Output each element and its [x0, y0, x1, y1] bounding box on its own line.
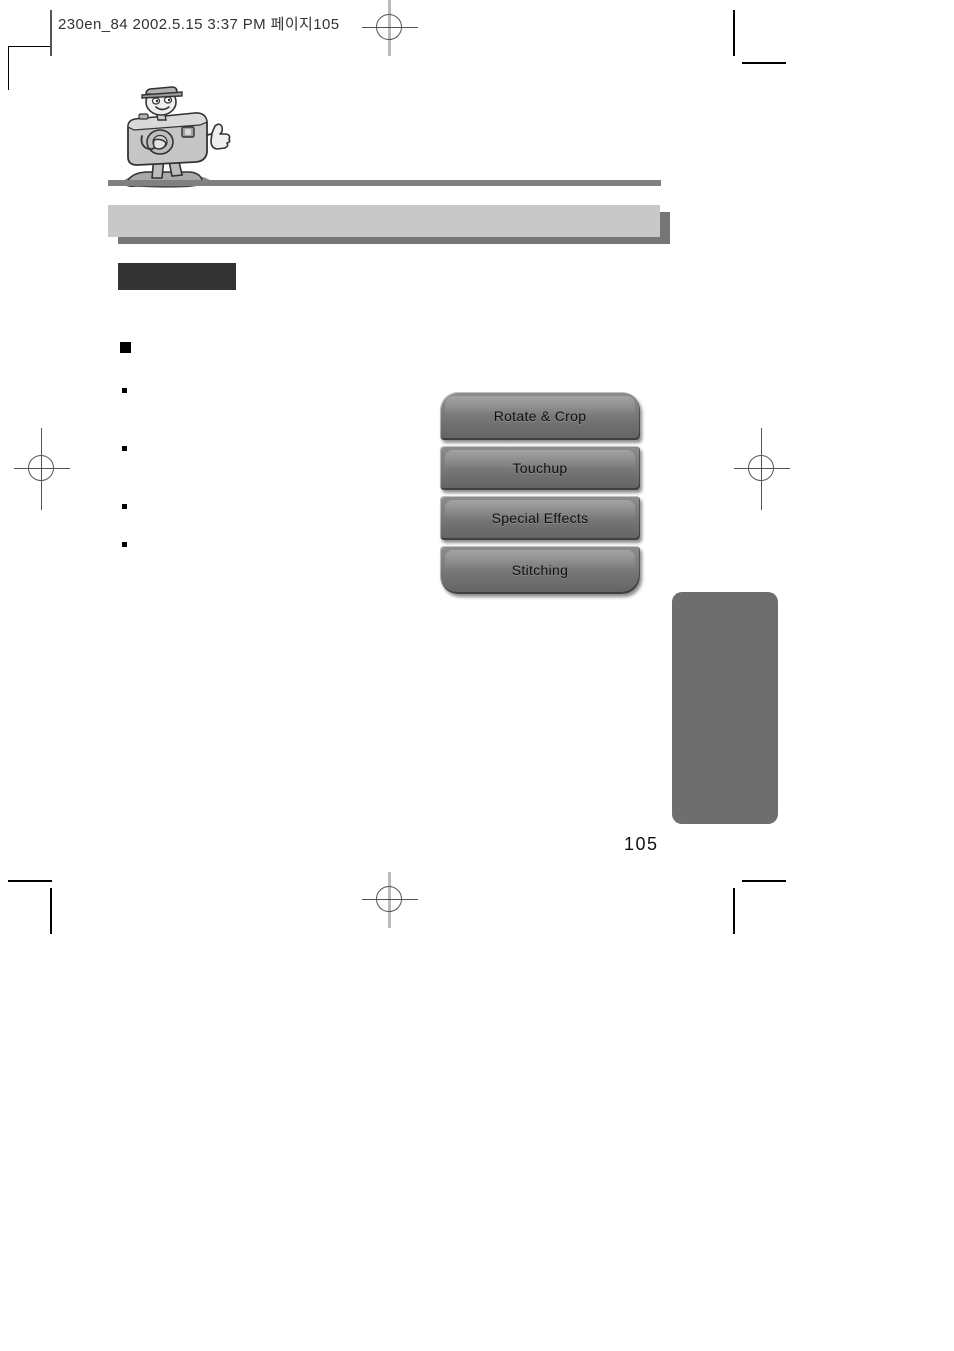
crop-mark-top-left-vertical — [8, 46, 9, 90]
crop-mark-bottom-left-horizontal — [8, 880, 52, 882]
rotate-and-crop-button[interactable]: Rotate & Crop — [440, 392, 640, 440]
crop-mark-top-right-horizontal — [742, 62, 786, 64]
stitching-button-label: Stitching — [511, 562, 569, 578]
crop-mark-top-right-vertical — [733, 10, 735, 56]
software-button-stack: Rotate & Crop Touchup Special Effects St… — [440, 392, 640, 594]
title-top-rule — [108, 180, 661, 186]
touchup-button[interactable]: Touchup — [440, 446, 640, 490]
registration-mark-bottom-icon — [362, 872, 418, 928]
section-chip — [118, 263, 236, 290]
rotate-and-crop-button-label: Rotate & Crop — [493, 408, 587, 424]
touchup-button-label: Touchup — [512, 460, 568, 476]
body-bullet-item-4 — [122, 537, 422, 547]
square-bullet-large-icon — [120, 342, 131, 353]
page-canvas: 230en_84 2002.5.15 3:37 PM 페이지105 Rotate… — [0, 0, 954, 1351]
special-effects-button[interactable]: Special Effects — [440, 496, 640, 540]
body-bullet-item-1 — [122, 383, 422, 393]
chapter-side-tab — [672, 592, 778, 824]
square-bullet-small-icon — [122, 542, 127, 547]
body-bullet-item-2 — [122, 441, 422, 451]
stitching-button[interactable]: Stitching — [440, 546, 640, 594]
document-slug-text: 230en_84 2002.5.15 3:37 PM 페이지105 — [58, 16, 340, 33]
crop-mark-top-left-horizontal-upper — [8, 46, 52, 47]
square-bullet-small-icon — [122, 504, 127, 509]
registration-mark-left-icon — [14, 428, 70, 510]
crop-mark-bottom-left-vertical — [50, 888, 52, 934]
crop-mark-bottom-right-horizontal — [742, 880, 786, 882]
registration-mark-right-icon — [734, 428, 790, 510]
body-bullet-item-3 — [122, 499, 422, 509]
body-bullet-heading — [120, 339, 420, 353]
square-bullet-small-icon — [122, 446, 127, 451]
square-bullet-small-icon — [122, 388, 127, 393]
page-number: 105 — [624, 834, 659, 854]
special-effects-button-label: Special Effects — [491, 510, 589, 526]
crop-mark-bottom-right-vertical — [733, 888, 735, 934]
slug-divider-rule — [50, 10, 52, 56]
registration-mark-top-icon — [362, 0, 418, 56]
camera-character-thumbs-up-icon — [112, 80, 232, 192]
title-band — [108, 205, 660, 237]
